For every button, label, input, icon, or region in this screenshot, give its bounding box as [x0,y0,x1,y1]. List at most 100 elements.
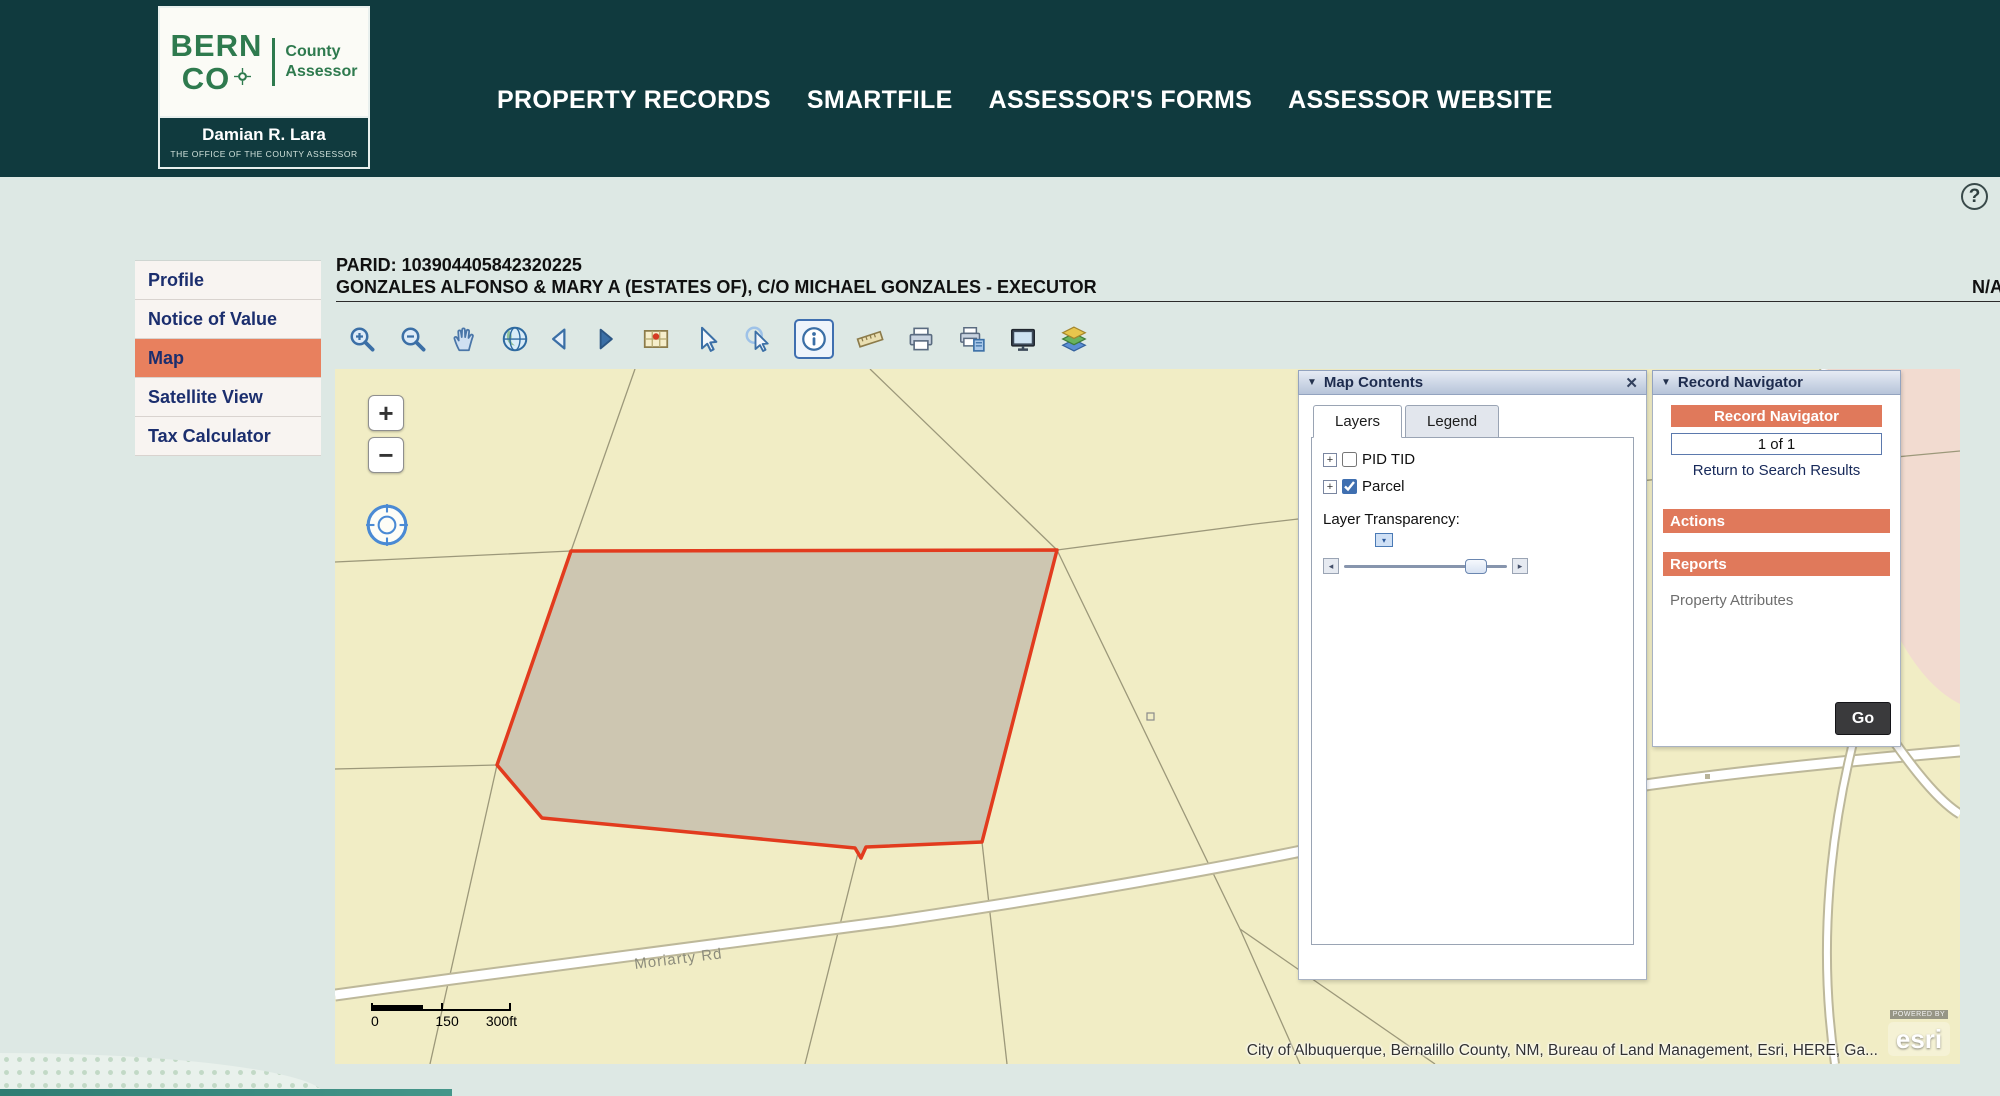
transparency-label: Layer Transparency: [1323,511,1460,528]
record-navigator-header[interactable]: ▼ Record Navigator [1652,370,1901,395]
logo-subtitle: County Assessor [285,42,357,82]
tab-layers[interactable]: Layers [1313,405,1403,438]
sidebar: Profile Notice of Value Map Satellite Vi… [135,260,321,456]
record-navigator-bar: Record Navigator [1671,405,1882,427]
layer-label: PID TID [1362,451,1416,468]
main-nav: PROPERTY RECORDS SMARTFILE ASSESSOR'S FO… [497,86,1553,115]
logo-wordmark: BERN CO [171,30,263,94]
parcel-checkbox[interactable] [1342,479,1357,494]
expand-icon[interactable]: + [1323,452,1337,467]
map-marker-dot [1705,774,1710,779]
office-tagline: THE OFFICE OF THE COUNTY ASSESSOR [170,149,358,159]
sidebar-item-satellite-view[interactable]: Satellite View [135,378,321,417]
select-arrow-icon[interactable] [691,323,723,355]
map-contents-title: Map Contents [1323,374,1424,391]
next-extent-icon[interactable] [589,323,621,355]
close-icon[interactable]: ✕ [1625,374,1638,392]
county-logo: BERN CO County Assessor Damian R. Lara T… [158,6,370,169]
scale-start: 0 [371,1013,379,1029]
scale-bar: 0 150 300ft [371,1003,517,1029]
overview-map-icon[interactable] [640,323,672,355]
zoom-out-button[interactable]: − [368,437,404,473]
logo-assessor-text: Assessor [285,63,358,80]
pan-hand-icon[interactable] [448,323,480,355]
logo-bottom: Damian R. Lara THE OFFICE OF THE COUNTY … [160,118,368,159]
assessor-name: Damian R. Lara [202,125,326,144]
slider-left-button[interactable]: ◂ [1323,558,1339,574]
logo-co-text: CO [181,61,231,96]
info-icon[interactable] [798,323,830,355]
return-to-search-link[interactable]: Return to Search Results [1663,462,1890,479]
locate-control[interactable] [364,502,410,548]
tab-legend[interactable]: Legend [1405,405,1500,438]
site-header: BERN CO County Assessor Damian R. Lara T… [0,0,2000,177]
page: BERN CO County Assessor Damian R. Lara T… [0,0,2000,1096]
logo-county-text: County [285,43,341,60]
map-toolbar [346,317,1090,361]
slider-thumb[interactable] [1464,558,1487,574]
logo-top: BERN CO County Assessor [160,8,368,118]
slider-right-button[interactable]: ▸ [1512,558,1528,574]
esri-logo: POWERED BY esri [1888,1003,1950,1056]
nav-property-records[interactable]: PROPERTY RECORDS [497,86,771,115]
help-icon[interactable]: ? [1961,183,1988,210]
reports-section-bar[interactable]: Reports [1663,552,1890,576]
map-viewport[interactable]: Moriarty Rd + − 0 150 300ft City of Albu… [335,369,1960,1064]
info-tool-active-box [794,319,834,359]
layers-tab-panel: + PID TID + Parcel Layer Transparency: ▾… [1311,437,1634,945]
map-contents-panel: ▼ Map Contents ✕ Layers Legend + PID TID [1298,370,1647,980]
scale-middle: 150 [435,1013,459,1029]
previous-extent-icon[interactable] [544,323,576,355]
full-extent-icon[interactable] [1007,323,1039,355]
collapse-icon[interactable]: ▼ [1307,377,1317,388]
map-contents-tabs: Layers Legend [1313,405,1634,438]
right-value: N/A [1972,277,2000,297]
layer-row-pid-tid: + PID TID [1323,451,1622,468]
pid-tid-checkbox[interactable] [1342,452,1357,467]
sidebar-item-profile[interactable]: Profile [135,261,321,300]
owner-text: GONZALES ALFONSO & MARY A (ESTATES OF), … [336,277,1097,297]
expand-icon[interactable]: + [1323,479,1337,494]
print-icon[interactable] [905,323,937,355]
nav-assessors-forms[interactable]: ASSESSOR'S FORMS [989,86,1253,115]
layer-row-parcel: + Parcel [1323,478,1622,495]
zoom-in-button[interactable]: + [368,395,404,431]
slider-track[interactable] [1344,558,1507,574]
globe-icon[interactable] [499,323,531,355]
print-map-icon[interactable] [956,323,988,355]
record-position-input[interactable] [1671,433,1882,455]
nav-assessor-website[interactable]: ASSESSOR WEBSITE [1288,86,1553,115]
sidebar-item-map[interactable]: Map [135,339,321,378]
identify-point-icon[interactable] [742,323,774,355]
property-attributes-link[interactable]: Property Attributes [1670,592,1890,609]
record-navigator-title: Record Navigator [1677,374,1803,391]
layers-icon[interactable] [1058,323,1090,355]
sidebar-item-notice-of-value[interactable]: Notice of Value [135,300,321,339]
record-divider [336,301,2000,302]
map-contents-body: Layers Legend + PID TID + Parcel Layer T… [1298,395,1647,980]
selected-parcel[interactable] [495,548,1059,860]
go-button[interactable]: Go [1835,702,1891,735]
logo-divider [272,38,276,86]
zoom-in-tool-icon[interactable] [346,323,378,355]
collapse-icon[interactable]: ▼ [1661,377,1671,388]
logo-bern-text: BERN [170,28,263,63]
esri-brand: esri [1888,1022,1950,1056]
nav-smartfile[interactable]: SMARTFILE [807,86,953,115]
measure-icon[interactable] [854,323,886,355]
record-navigator-body: Record Navigator Return to Search Result… [1652,395,1901,747]
zoom-out-tool-icon[interactable] [397,323,429,355]
map-attribution: City of Albuquerque, Bernalillo County, … [1246,1042,1878,1059]
scale-end: 300ft [485,1013,517,1029]
actions-section-bar[interactable]: Actions [1663,509,1890,533]
zia-sun-icon [234,68,252,89]
transparency-slider: ◂ ▸ [1323,558,1528,574]
zoom-controls: + − [368,395,404,479]
map-contents-header[interactable]: ▼ Map Contents ✕ [1298,370,1647,395]
record-navigator-panel: ▼ Record Navigator Record Navigator Retu… [1652,370,1901,747]
transparency-dropdown[interactable]: ▾ [1375,533,1393,547]
layer-label: Parcel [1362,478,1405,495]
parid-text: PARID: 103904405842320225 [336,255,582,275]
sidebar-item-tax-calculator[interactable]: Tax Calculator [135,417,321,456]
footer-strip [0,1089,452,1096]
